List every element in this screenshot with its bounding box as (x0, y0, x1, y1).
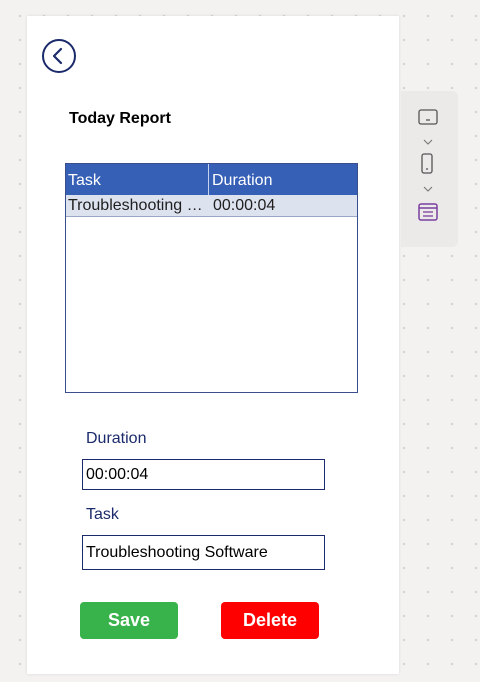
phone-layout-icon[interactable] (421, 153, 435, 180)
duration-field[interactable] (82, 459, 325, 490)
task-field[interactable] (82, 535, 325, 570)
cell-task: Troubleshooting Software (68, 197, 209, 214)
delete-button[interactable]: Delete (221, 602, 319, 639)
task-label: Task (86, 506, 119, 523)
chevron-down-icon (422, 180, 434, 198)
save-button[interactable]: Save (80, 602, 178, 639)
column-header-task: Task (66, 164, 209, 195)
column-header-duration: Duration (212, 172, 273, 189)
cell-duration: 00:00:04 (213, 197, 276, 214)
table-row[interactable]: Troubleshooting Software 00:00:04 (66, 195, 357, 217)
report-gallery: Task Duration Troubleshooting Software 0… (65, 163, 358, 393)
duration-label: Duration (86, 430, 147, 447)
form-layout-icon[interactable] (418, 203, 440, 228)
chevron-left-icon (52, 47, 63, 65)
layout-side-panel (401, 91, 458, 247)
page-title: Today Report (69, 110, 171, 127)
app-screen: Today Report Task Duration Troubleshooti… (27, 16, 399, 674)
tablet-layout-icon[interactable] (418, 109, 440, 132)
chevron-down-icon (422, 133, 434, 151)
gallery-header: Task Duration (66, 164, 357, 195)
back-button[interactable] (42, 39, 76, 73)
